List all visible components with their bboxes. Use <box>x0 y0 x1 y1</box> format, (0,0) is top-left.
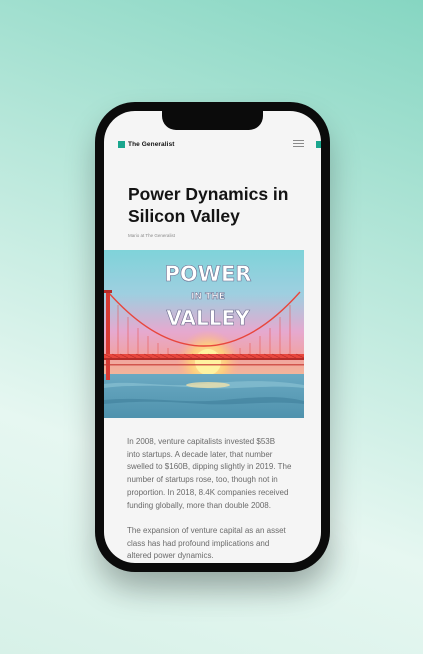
phone-screen: The Generalist Power Dynamics in Silicon… <box>104 111 321 563</box>
paragraph-line: funding globally, more than double 2008. <box>127 500 271 510</box>
paragraph-line: altered power dynamics. <box>127 551 214 561</box>
phone-frame: The Generalist Power Dynamics in Silicon… <box>95 102 330 572</box>
hero-text-valley: VALLEY <box>166 306 250 330</box>
brand-name: The Generalist <box>128 141 175 148</box>
article-title: Power Dynamics in Silicon Valley <box>128 183 308 227</box>
phone-notch <box>162 111 263 130</box>
article-title-line-1: Power Dynamics in <box>128 184 289 204</box>
hero-sun <box>195 349 221 375</box>
paragraph-line: The expansion of venture capital as an a… <box>127 526 286 535</box>
article-title-line-2: Silicon Valley <box>128 206 240 226</box>
paragraph-line: swelled to $160B, dipping slightly in 20… <box>127 462 292 472</box>
site-header: The Generalist <box>104 135 321 155</box>
hero-illustration: POWER IN THE VALLEY <box>104 250 304 418</box>
paragraph-line: proportion. In 2018, 8.4K companies rece… <box>127 487 289 497</box>
hero-bridge-tower <box>106 290 110 380</box>
paragraph-line: into startups. A decade later, that numb… <box>127 449 273 459</box>
brand-logo[interactable]: The Generalist <box>118 141 175 148</box>
hero-text-power: POWER <box>165 262 252 286</box>
article-byline: Mario at The Generalist <box>128 233 175 238</box>
hamburger-menu-icon[interactable] <box>292 138 306 150</box>
hero-water <box>104 374 304 418</box>
paragraph-line: class has had profound implications and <box>127 538 270 548</box>
article-paragraph-1: In 2008, venture capitalists invested $5… <box>127 436 299 512</box>
brand-square-icon <box>118 141 125 148</box>
hero-text-in-the: IN THE <box>191 292 225 302</box>
article-paragraph-2: The expansion of venture capital as an a… <box>127 525 299 563</box>
paragraph-line: In 2008, venture capitalists invested $5… <box>127 437 276 446</box>
paragraph-line: number of startups rose, too, though not… <box>127 475 278 485</box>
brand-square-edge-icon <box>316 141 321 148</box>
